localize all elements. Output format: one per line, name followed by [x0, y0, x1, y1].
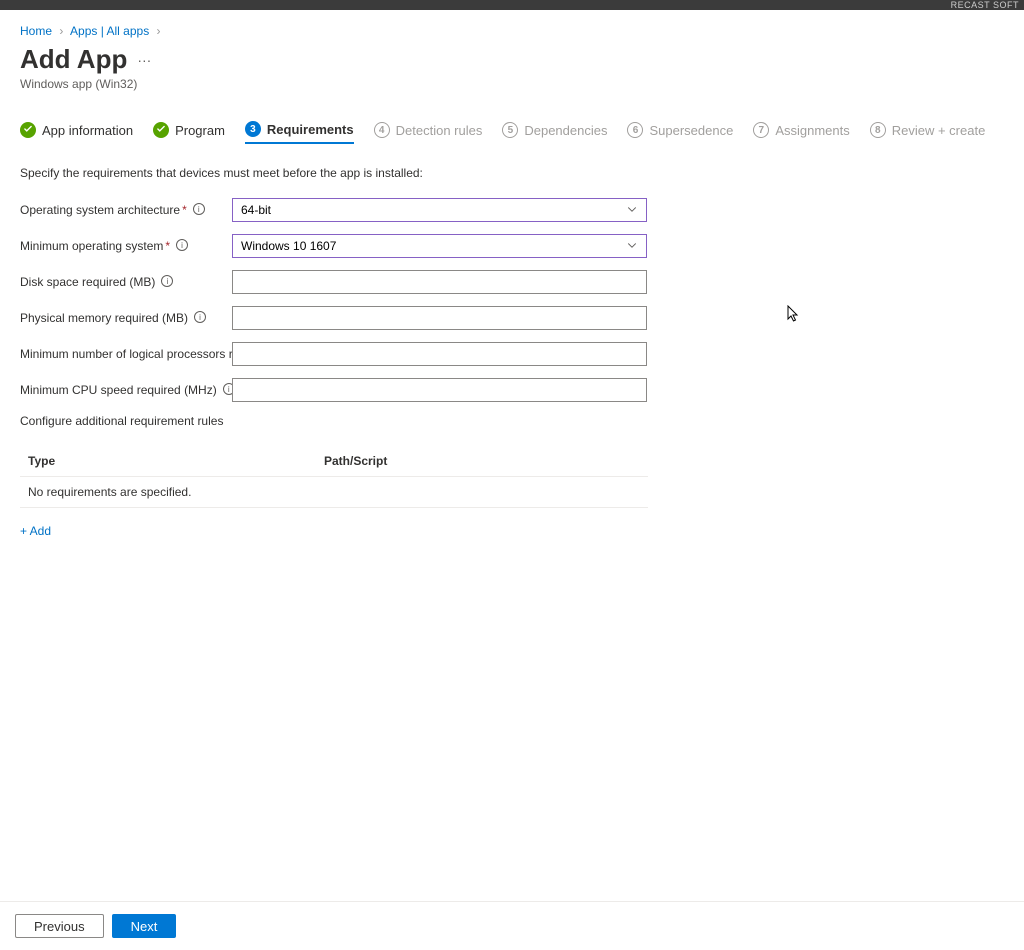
tab-requirements[interactable]: 3 Requirements	[245, 121, 354, 144]
tab-label: Assignments	[775, 123, 849, 138]
tab-program[interactable]: Program	[153, 121, 225, 144]
min-os-select[interactable]: Windows 10 1607	[232, 234, 647, 258]
tab-label: App information	[42, 123, 133, 138]
min-cpu-input[interactable]	[232, 378, 647, 402]
step-number-badge: 7	[753, 122, 769, 138]
page-title: Add App	[20, 44, 127, 75]
info-icon[interactable]: i	[176, 239, 188, 251]
os-architecture-select[interactable]: 64-bit	[232, 198, 647, 222]
step-number-badge: 5	[502, 122, 518, 138]
disk-space-input[interactable]	[232, 270, 647, 294]
additional-rules-heading: Configure additional requirement rules	[20, 414, 1004, 428]
tab-review-create[interactable]: 8 Review + create	[870, 121, 986, 144]
step-number-badge: 8	[870, 122, 886, 138]
next-button[interactable]: Next	[112, 914, 177, 938]
chevron-right-icon: ›	[59, 24, 63, 38]
os-architecture-label: Operating system architecture * i	[20, 198, 232, 217]
more-icon[interactable]: ···	[137, 52, 151, 68]
tab-assignments[interactable]: 7 Assignments	[753, 121, 849, 144]
info-icon[interactable]: i	[193, 203, 205, 215]
add-rule-link[interactable]: + Add	[20, 524, 51, 538]
help-text: Specify the requirements that devices mu…	[20, 166, 1004, 180]
rules-table: Type Path/Script No requirements are spe…	[20, 446, 648, 508]
min-processors-input[interactable]	[232, 342, 647, 366]
chevron-down-icon	[626, 203, 638, 218]
top-bar	[0, 0, 1024, 10]
disk-space-label: Disk space required (MB) i	[20, 270, 232, 289]
previous-button[interactable]: Previous	[15, 914, 104, 938]
breadcrumb-home[interactable]: Home	[20, 24, 52, 38]
tab-label: Review + create	[892, 123, 986, 138]
rules-empty-message: No requirements are specified.	[20, 477, 648, 508]
wizard-tabs: App information Program 3 Requirements 4…	[20, 121, 1004, 152]
breadcrumb-apps[interactable]: Apps | All apps	[70, 24, 149, 38]
min-os-label: Minimum operating system * i	[20, 234, 232, 253]
watermark-text: RECAST SOFT	[951, 0, 1019, 10]
required-indicator: *	[182, 203, 187, 217]
required-indicator: *	[165, 239, 170, 253]
tab-detection-rules[interactable]: 4 Detection rules	[374, 121, 483, 144]
info-icon[interactable]: i	[194, 311, 206, 323]
footer-separator	[0, 901, 1024, 902]
column-header-path[interactable]: Path/Script	[324, 454, 640, 468]
check-icon	[153, 122, 169, 138]
tab-label: Supersedence	[649, 123, 733, 138]
select-value: Windows 10 1607	[241, 239, 336, 253]
step-number-badge: 3	[245, 121, 261, 137]
chevron-down-icon	[626, 239, 638, 254]
tab-label: Program	[175, 123, 225, 138]
check-icon	[20, 122, 36, 138]
min-processors-label: Minimum number of logical processors req…	[20, 342, 232, 361]
physical-memory-label: Physical memory required (MB) i	[20, 306, 232, 325]
tab-dependencies[interactable]: 5 Dependencies	[502, 121, 607, 144]
tab-app-information[interactable]: App information	[20, 121, 133, 144]
step-number-badge: 4	[374, 122, 390, 138]
tab-supersedence[interactable]: 6 Supersedence	[627, 121, 733, 144]
page-subtitle: Windows app (Win32)	[20, 77, 1004, 91]
min-cpu-label: Minimum CPU speed required (MHz) i	[20, 378, 232, 397]
chevron-right-icon: ›	[157, 24, 161, 38]
info-icon[interactable]: i	[161, 275, 173, 287]
tab-label: Requirements	[267, 122, 354, 137]
step-number-badge: 6	[627, 122, 643, 138]
tab-label: Dependencies	[524, 123, 607, 138]
tab-label: Detection rules	[396, 123, 483, 138]
column-header-type[interactable]: Type	[28, 454, 324, 468]
select-value: 64-bit	[241, 203, 271, 217]
physical-memory-input[interactable]	[232, 306, 647, 330]
breadcrumb: Home › Apps | All apps ›	[20, 24, 1004, 38]
